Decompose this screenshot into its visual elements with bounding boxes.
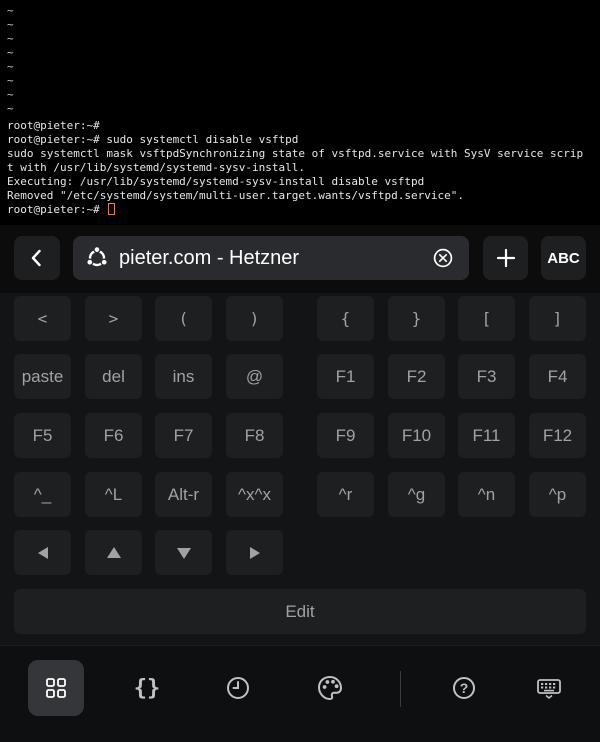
tilde-line: ~ (7, 4, 14, 17)
key-f6[interactable]: F6 (85, 413, 142, 458)
tilde-line: ~ (7, 88, 14, 101)
palette-icon (317, 675, 343, 701)
key-ctrl-underscore[interactable]: ^_ (14, 472, 71, 517)
key-greater-than[interactable]: > (85, 296, 142, 341)
terminal-cursor (108, 203, 116, 215)
key-open-brace[interactable]: { (317, 296, 374, 341)
key-f3[interactable]: F3 (458, 354, 515, 399)
tilde-line: ~ (7, 60, 14, 73)
key-less-than[interactable]: < (14, 296, 71, 341)
close-circle-icon[interactable] (433, 248, 453, 268)
chevron-left-icon (31, 249, 41, 267)
ubuntu-icon (86, 246, 108, 267)
terminal-line: sudo systemctl mask vsftpdSynchronizing … (7, 147, 584, 160)
key-ctrl-n[interactable]: ^n (458, 472, 515, 517)
terminal-output[interactable]: ~ ~ ~ ~ ~ ~ ~ ~ root@pieter:~# root@piet… (0, 0, 600, 225)
terminal-line: Executing: /usr/lib/systemd/systemd-sysv… (7, 175, 425, 188)
key-ctrl-x-ctrl-x[interactable]: ^x^x (226, 472, 283, 517)
tilde-line: ~ (7, 102, 14, 115)
history-icon (227, 677, 249, 699)
key-open-paren[interactable]: ( (155, 296, 212, 341)
key-f2[interactable]: F2 (388, 354, 445, 399)
tilde-line: ~ (7, 18, 14, 31)
terminal-line: root@pieter:~# (7, 119, 100, 132)
abc-keyboard-button[interactable]: ABC (541, 236, 586, 280)
tab-themes[interactable] (302, 660, 358, 716)
key-f5[interactable]: F5 (14, 413, 71, 458)
plus-icon (496, 248, 515, 268)
key-ctrl-r[interactable]: ^r (317, 472, 374, 517)
key-arrow-up[interactable] (85, 530, 142, 575)
key-arrow-left[interactable] (14, 530, 71, 575)
terminal-line: root@pieter:~# sudo systemctl disable vs… (7, 133, 299, 146)
tab-history[interactable] (210, 660, 266, 716)
braces-icon: {} (133, 675, 161, 701)
session-title: pieter.com - Hetzner (119, 247, 300, 269)
key-f1[interactable]: F1 (317, 354, 374, 399)
down-arrow-icon (176, 547, 191, 559)
terminal-prompt: root@pieter:~# (7, 203, 100, 216)
keyboard-toggle-button[interactable] (521, 660, 577, 716)
session-selector[interactable]: pieter.com - Hetzner (73, 236, 469, 280)
tilde-line: ~ (7, 32, 14, 45)
key-ins[interactable]: ins (155, 354, 212, 399)
help-button[interactable]: ? (436, 660, 492, 716)
add-session-button[interactable] (483, 236, 528, 280)
bottom-toolbar: {} ? (0, 645, 600, 742)
key-f8[interactable]: F8 (226, 413, 283, 458)
key-f12[interactable]: F12 (529, 413, 586, 458)
toolbar-divider (400, 671, 401, 707)
key-arrow-right[interactable] (226, 530, 283, 575)
tilde-line: ~ (7, 74, 14, 87)
edit-button[interactable]: Edit (14, 589, 586, 634)
key-f11[interactable]: F11 (458, 413, 515, 458)
key-ctrl-l[interactable]: ^L (85, 472, 142, 517)
terminal-line: t with /usr/lib/systemd/systemd-sysv-ins… (7, 161, 306, 174)
back-button[interactable] (14, 236, 60, 280)
help-glyph: ? (460, 680, 469, 696)
left-arrow-icon (37, 546, 48, 559)
grid-icon (46, 678, 66, 698)
extra-keys-panel: < > ( ) { } [ ] paste del ins @ F1 F2 F3… (0, 293, 600, 645)
right-arrow-icon (249, 546, 260, 559)
key-f10[interactable]: F10 (388, 413, 445, 458)
key-arrow-down[interactable] (155, 530, 212, 575)
key-f7[interactable]: F7 (155, 413, 212, 458)
key-paste[interactable]: paste (14, 354, 71, 399)
key-del[interactable]: del (85, 354, 142, 399)
key-f9[interactable]: F9 (317, 413, 374, 458)
help-icon: ? (453, 677, 475, 699)
keyboard-icon (537, 679, 561, 699)
key-close-bracket[interactable]: ] (529, 296, 586, 341)
session-bar: pieter.com - Hetzner ABC (0, 225, 600, 293)
key-ctrl-p[interactable]: ^p (529, 472, 586, 517)
tab-keys[interactable] (28, 660, 84, 716)
up-arrow-icon (106, 546, 121, 558)
key-at[interactable]: @ (226, 354, 283, 399)
key-ctrl-g[interactable]: ^g (388, 472, 445, 517)
terminal-line: Removed "/etc/systemd/system/multi-user.… (7, 189, 464, 202)
key-alt-r[interactable]: Alt-r (155, 472, 212, 517)
terminal-prompt-line: root@pieter:~# (7, 203, 116, 217)
key-close-paren[interactable]: ) (226, 296, 283, 341)
tilde-line: ~ (7, 46, 14, 59)
key-close-brace[interactable]: } (388, 296, 445, 341)
key-f4[interactable]: F4 (529, 354, 586, 399)
tab-snippets[interactable]: {} (119, 660, 175, 716)
key-open-bracket[interactable]: [ (458, 296, 515, 341)
